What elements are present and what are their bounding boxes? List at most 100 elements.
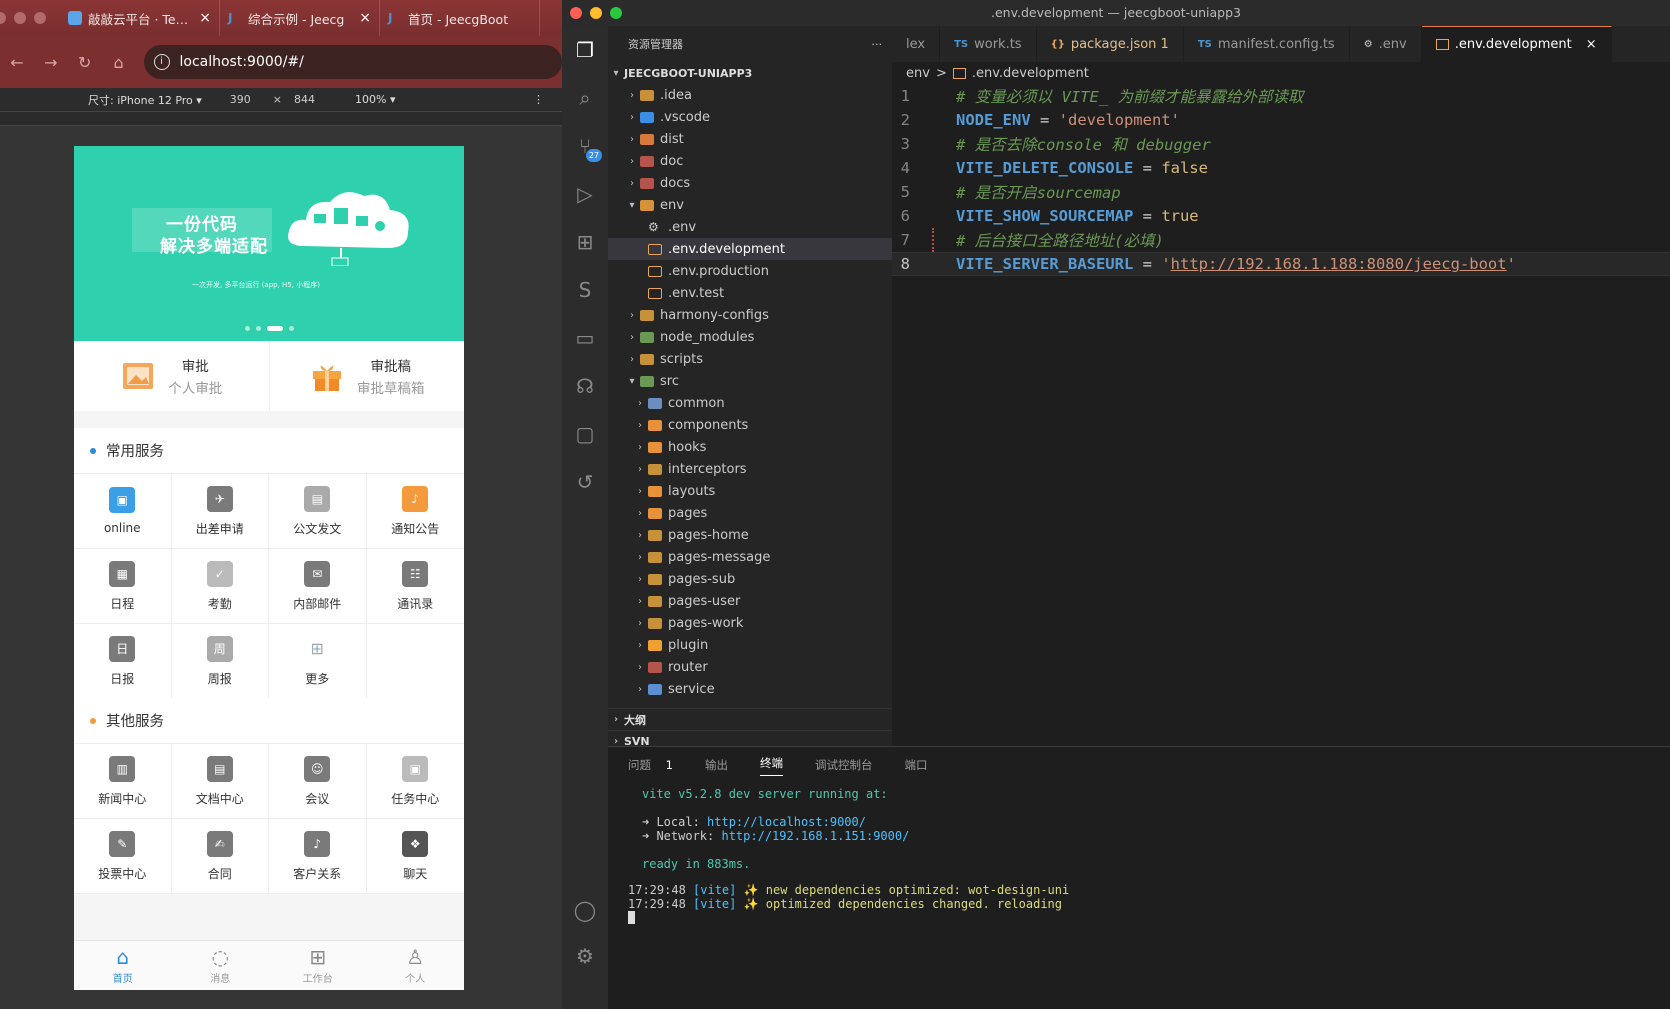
reload-icon[interactable]: ↻ bbox=[68, 53, 102, 72]
tree-folder[interactable]: › pages-sub bbox=[608, 568, 892, 590]
tree-folder[interactable]: › pages-user bbox=[608, 590, 892, 612]
forward-icon[interactable]: → bbox=[34, 53, 68, 72]
terminal[interactable]: vite v5.2.8 dev server running at: ➜ Loc… bbox=[608, 787, 1670, 927]
site-info-icon[interactable]: i bbox=[153, 54, 170, 70]
svn-icon[interactable]: S bbox=[562, 266, 608, 314]
tree-root[interactable]: ▾ JEECGBOOT-UNIAPP3 bbox=[608, 62, 892, 84]
explorer-icon[interactable]: ❐ bbox=[562, 26, 608, 74]
close-tab-icon[interactable]: × bbox=[1586, 37, 1597, 52]
service-weekly-report[interactable]: 周周报 bbox=[171, 624, 269, 699]
panel-tab-ports[interactable]: 端口 bbox=[904, 757, 927, 773]
service-contract[interactable]: ✍ 合同 bbox=[171, 819, 269, 894]
panel-tab-output[interactable]: 输出 bbox=[705, 757, 728, 773]
terminal-link[interactable]: http://localhost:9000/ bbox=[707, 815, 866, 829]
folder-icon[interactable]: ▭ bbox=[562, 314, 608, 362]
breadcrumb-file[interactable]: .env.development bbox=[972, 66, 1089, 81]
close-tab-icon[interactable]: × bbox=[199, 10, 211, 26]
approval-draft-card[interactable]: 审批稿 审批草稿箱 bbox=[268, 341, 465, 411]
service-online[interactable]: ▣ online bbox=[74, 474, 172, 549]
outline-section[interactable]: › 大纲 bbox=[608, 708, 892, 730]
tree-folder[interactable]: › service bbox=[608, 678, 892, 700]
tree-folder[interactable]: › scripts bbox=[608, 348, 892, 370]
tree-folder[interactable]: › doc bbox=[608, 150, 892, 172]
tree-folder[interactable]: › node_modules bbox=[608, 326, 892, 348]
service-voting[interactable]: ✎ 投票中心 bbox=[74, 819, 172, 894]
comment-icon[interactable]: ▢ bbox=[562, 410, 608, 458]
service-meeting[interactable]: ☺ 会议 bbox=[269, 744, 367, 819]
close-window-button[interactable] bbox=[570, 7, 582, 19]
tree-folder-open[interactable]: ▾ src bbox=[608, 370, 892, 392]
terminal-link[interactable]: http://192.168.1.151:9000/ bbox=[721, 829, 909, 843]
service-tasks[interactable]: ▣ 任务中心 bbox=[366, 744, 464, 819]
device-width-input[interactable]: 390 bbox=[230, 93, 251, 106]
maximize-window-button[interactable] bbox=[610, 7, 622, 19]
tree-folder[interactable]: › components bbox=[608, 414, 892, 436]
service-more[interactable]: ⊞ 更多 bbox=[269, 624, 367, 699]
panel-tab-debug-console[interactable]: 调试控制台 bbox=[815, 757, 873, 773]
code-editor[interactable]: 1 # 变量必须以 VITE_ 为前缀才能暴露给外部读取 2 NODE_ENV = … bbox=[892, 84, 1670, 744]
banner-carousel[interactable]: 一份代码 解决多端适配 一次开发, 多平台运行 (app, H5, 小程序) bbox=[74, 146, 464, 341]
service-internal-mail[interactable]: ✉ 内部邮件 bbox=[269, 549, 367, 624]
tree-folder[interactable]: › pages-work bbox=[608, 612, 892, 634]
more-actions-icon[interactable]: ··· bbox=[872, 38, 883, 51]
service-daily-report[interactable]: 日日报 bbox=[74, 624, 172, 699]
tab-messages[interactable]: ◌ 消息 bbox=[172, 941, 270, 990]
service-contacts[interactable]: ☷ 通讯录 bbox=[366, 549, 464, 624]
more-options-icon[interactable]: ⋮ bbox=[533, 93, 544, 106]
tree-file[interactable]: .env.test bbox=[608, 282, 892, 304]
tree-folder[interactable]: › pages-message bbox=[608, 546, 892, 568]
tree-folder-open[interactable]: ▾ env bbox=[608, 194, 892, 216]
editor-tab-active[interactable]: .env.development × bbox=[1421, 26, 1612, 62]
search-icon[interactable]: ⌕ bbox=[562, 74, 608, 122]
extensions-icon[interactable]: ⊞ bbox=[562, 218, 608, 266]
browser-tab[interactable]: J 综合示例 - Jeecg × bbox=[220, 0, 380, 36]
close-tab-icon[interactable]: × bbox=[359, 10, 371, 26]
breadcrumb-folder[interactable]: env bbox=[906, 66, 930, 81]
service-chat[interactable]: ❖ 聊天 bbox=[366, 819, 464, 894]
tab-home[interactable]: ⌂ 首页 bbox=[74, 941, 172, 990]
tree-file[interactable]: ⚙ .env bbox=[608, 216, 892, 238]
panel-tab-problems[interactable]: 问题 1 bbox=[628, 757, 673, 773]
service-attendance[interactable]: ✓ 考勤 bbox=[171, 549, 269, 624]
close-window-button[interactable] bbox=[0, 12, 6, 24]
tree-folder[interactable]: › common bbox=[608, 392, 892, 414]
chat-icon[interactable]: ☊ bbox=[562, 362, 608, 410]
tree-folder[interactable]: › layouts bbox=[608, 480, 892, 502]
tree-folder[interactable]: › pages bbox=[608, 502, 892, 524]
carousel-dot-active[interactable] bbox=[266, 326, 283, 331]
editor-tab[interactable]: {} package.json 1 bbox=[1037, 26, 1184, 62]
browser-tab[interactable]: 敲敲云平台 · Team × bbox=[60, 0, 220, 36]
tree-folder[interactable]: › harmony-configs bbox=[608, 304, 892, 326]
device-select[interactable]: 尺寸: iPhone 12 Pro ▾ bbox=[88, 92, 202, 108]
editor-tab[interactable]: TS work.ts bbox=[940, 26, 1037, 62]
editor-tab[interactable]: TS manifest.config.ts bbox=[1184, 26, 1350, 62]
code-url-link[interactable]: http://192.168.1.188:8080/jeecg-boot bbox=[1171, 255, 1507, 273]
tab-workbench[interactable]: ⊞ 工作台 bbox=[269, 941, 367, 990]
service-document-dispatch[interactable]: ▤ 公文发文 bbox=[269, 474, 367, 549]
settings-gear-icon[interactable]: ⚙ bbox=[562, 932, 608, 980]
history-icon[interactable]: ↺ bbox=[562, 458, 608, 506]
minimize-window-button[interactable] bbox=[590, 7, 602, 19]
tree-folder[interactable]: › plugin bbox=[608, 634, 892, 656]
tree-folder[interactable]: › docs bbox=[608, 172, 892, 194]
carousel-dot[interactable] bbox=[244, 326, 250, 331]
service-announcement[interactable]: ♪ 通知公告 bbox=[366, 474, 464, 549]
account-icon[interactable]: ◯ bbox=[562, 886, 608, 934]
maximize-window-button[interactable] bbox=[34, 12, 46, 24]
approval-card[interactable]: 审批 个人审批 bbox=[74, 341, 269, 411]
tree-folder[interactable]: › hooks bbox=[608, 436, 892, 458]
service-business-trip[interactable]: ✈ 出差申请 bbox=[171, 474, 269, 549]
back-icon[interactable]: ← bbox=[0, 53, 34, 72]
tree-folder[interactable]: › router bbox=[608, 656, 892, 678]
tree-file-selected[interactable]: .env.development bbox=[608, 238, 892, 260]
editor-tab[interactable]: ⚙ .env bbox=[1350, 26, 1422, 62]
tree-folder[interactable]: › interceptors bbox=[608, 458, 892, 480]
service-schedule[interactable]: ▦ 日程 bbox=[74, 549, 172, 624]
browser-tab-active[interactable]: J 首页 - JeecgBoot bbox=[380, 0, 540, 36]
carousel-dot[interactable] bbox=[288, 326, 294, 331]
zoom-select[interactable]: 100% ▾ bbox=[355, 93, 395, 106]
url-field[interactable]: i localhost:9000/#/ bbox=[143, 45, 562, 79]
service-crm[interactable]: ♪ 客户关系 bbox=[269, 819, 367, 894]
editor-tab[interactable]: lex bbox=[892, 26, 941, 62]
tab-profile[interactable]: ♙ 个人 bbox=[367, 941, 465, 990]
